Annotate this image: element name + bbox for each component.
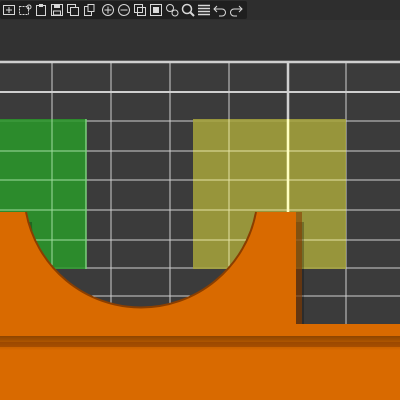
clipboard-icon[interactable] [34,2,48,18]
duplicate-icon[interactable] [133,2,147,18]
menu-icon[interactable] [197,2,211,18]
magnifier-icon[interactable] [181,2,195,18]
orange-shape-step-edge [296,212,302,324]
canvas-svg[interactable] [0,20,400,400]
open-shape-icon[interactable] [18,2,32,18]
toolbar [0,0,400,20]
save-icon[interactable] [50,2,64,18]
settings-icon[interactable] [165,2,179,18]
group-icon[interactable] [149,2,163,18]
toolbar-strip [0,1,247,19]
zoom-in-icon[interactable] [101,2,115,18]
undo-icon[interactable] [213,2,227,18]
orange-shape-band [0,342,400,347]
canvas-viewport[interactable] [0,20,400,400]
zoom-out-icon[interactable] [117,2,131,18]
copy-icon[interactable] [66,2,80,18]
canvas-top-band [0,20,400,60]
new-layer-icon[interactable] [2,2,16,18]
paste-icon[interactable] [82,2,96,18]
redo-icon[interactable] [229,2,243,18]
